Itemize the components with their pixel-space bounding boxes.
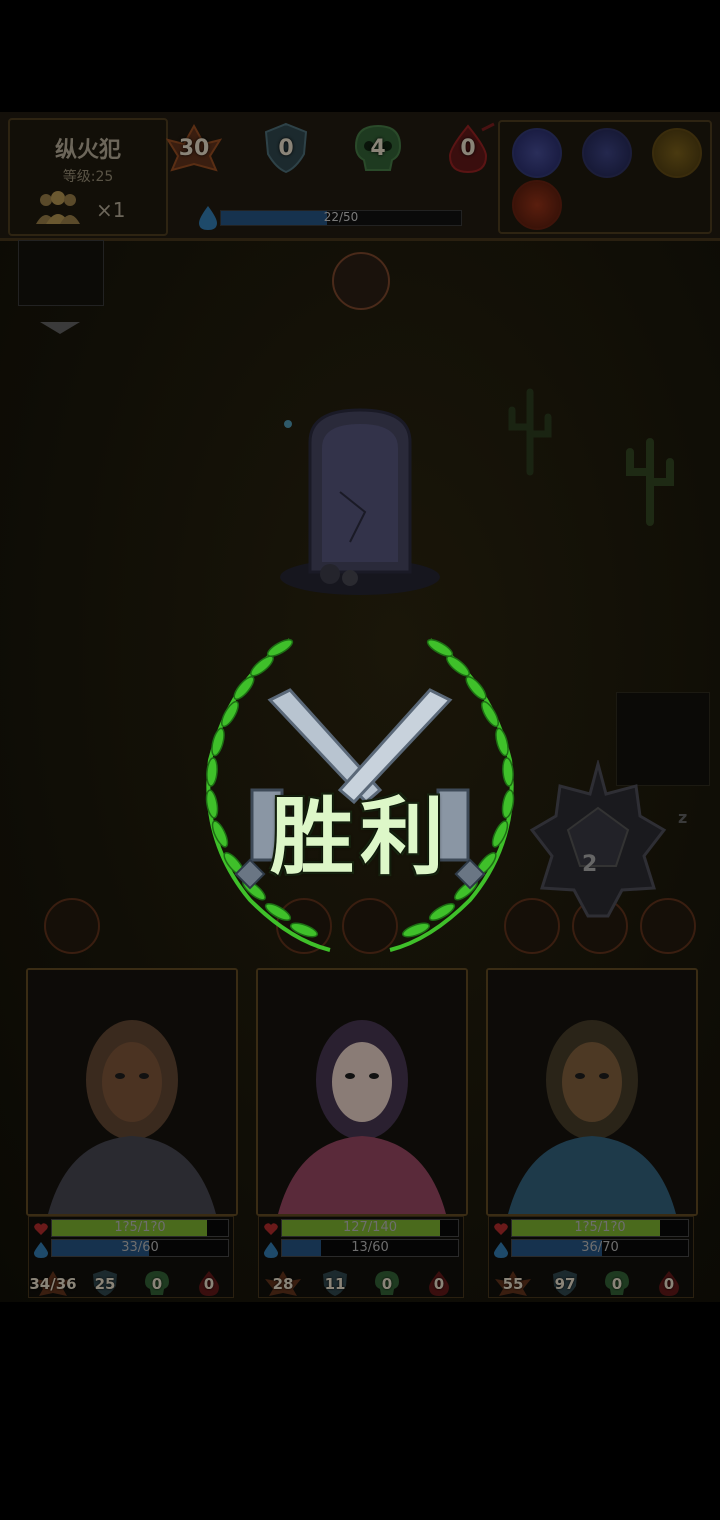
party-count: ×1 [96,198,126,222]
hero-portrait[interactable] [256,968,468,1216]
hero-mana-bar: 13/60 [281,1239,459,1257]
hero-bleed-value: 0 [203,1275,215,1293]
hero-hp-bar: 127/140 [281,1219,459,1237]
hero-attack-stat: 55 [489,1269,537,1297]
enemy-mana-bar: 22/50 [220,210,462,226]
hero-armor-value: 25 [94,1275,116,1293]
mana-drop-icon [34,1242,48,1258]
hero-card-nun[interactable]: 127/140 13/60 28 11 0 0 [256,968,468,1298]
hero-poison-stat: 0 [133,1269,181,1297]
hero-portrait-image [28,970,236,1214]
hero-armor-stat: 97 [541,1269,589,1297]
hero-attack-value: 55 [502,1275,524,1293]
enemy-bleed-value: 0 [460,136,476,161]
enemy-name: 纵火犯 [54,138,121,163]
cactus-icon [626,438,674,526]
swirl-rune-icon[interactable] [512,128,562,178]
mana-drop-icon [199,206,217,230]
hero-hp-text: 127/140 [342,1220,397,1235]
hero-poison-stat: 0 [593,1269,641,1297]
hero-info-panel: 1?5/1?0 33/60 34/36 25 0 0 [28,1216,234,1298]
enemy-level: 等级:25 [62,169,114,185]
heart-icon [34,1223,48,1235]
dice-value: 2 [582,852,598,877]
cactus-icon [508,388,552,476]
hero-armor-stat: 11 [311,1269,359,1297]
sleep-indicator: z [678,808,688,827]
enemy-attack-stat: 30 [164,122,224,174]
hero-portrait-image [258,970,466,1214]
hero-attack-stat: 28 [259,1269,307,1297]
hero-portrait[interactable] [26,968,238,1216]
hero-poison-value: 0 [381,1275,393,1293]
enemy-attack-value: 30 [178,136,210,161]
enemy-armor-value: 0 [278,136,294,161]
hero-attack-stat: 34/36 [29,1269,77,1297]
mana-drop-icon [264,1242,278,1258]
enemy-poison-value: 4 [370,136,386,161]
heart-icon [494,1223,508,1235]
hero-attack-value: 34/36 [29,1275,77,1293]
tombstone-icon [280,408,440,595]
heart-icon [264,1223,278,1235]
hero-poison-value: 0 [611,1275,623,1293]
hero-bleed-stat: 0 [415,1269,463,1297]
enemy-card[interactable]: 纵火犯 等级:25 ×1 [8,118,168,236]
hero-info-panel: 127/140 13/60 28 11 0 0 [258,1216,464,1298]
enemy-mana-text: 22/50 [323,210,359,224]
hero-bleed-value: 0 [663,1275,675,1293]
hero-armor-value: 97 [554,1275,576,1293]
fire-orb-icon[interactable] [512,180,562,230]
blue-crystal-icon[interactable] [582,128,632,178]
hero-portrait[interactable] [486,968,698,1216]
victory-title: 胜利 [269,788,450,886]
hero-poison-stat: 0 [363,1269,411,1297]
party-icon [36,191,80,224]
hero-mana-bar: 36/70 [511,1239,689,1257]
hero-armor-value: 11 [324,1275,346,1293]
hero-mana-bar: 33/60 [51,1239,229,1257]
enemy-skills-panel [498,120,712,234]
side-tab[interactable] [18,240,104,306]
hero-attack-value: 28 [272,1275,294,1293]
golden-claw-icon[interactable] [652,128,702,178]
enemy-armor-stat: 0 [256,122,316,174]
ability-ring-left [44,898,100,954]
hero-hp-bar: 1?5/1?0 [511,1219,689,1237]
hero-info-panel: 1?5/1?0 36/70 55 97 0 0 [488,1216,694,1298]
hero-card-warrior[interactable]: 1?5/1?0 33/60 34/36 25 0 0 [26,968,238,1298]
hero-mana-text: 13/60 [351,1240,389,1255]
enemy-poison-stat: 4 [348,122,408,174]
hero-hp-bar: 1?5/1?0 [51,1219,229,1237]
hero-mana-text: 36/70 [581,1240,619,1255]
enemy-bleed-stat: 0 [438,122,498,174]
hero-hp-text: 1?5/1?0 [574,1220,626,1235]
hero-bleed-stat: 0 [645,1269,693,1297]
hero-poison-value: 0 [151,1275,163,1293]
chevron-down-icon[interactable] [40,322,80,334]
hero-portrait-image [488,970,696,1214]
hero-mana-text: 33/60 [121,1240,159,1255]
hero-card-shaman[interactable]: 1?5/1?0 36/70 55 97 0 0 [486,968,698,1298]
hero-bleed-stat: 0 [185,1269,233,1297]
mana-drop-icon [494,1242,508,1258]
hero-armor-stat: 25 [81,1269,129,1297]
rune-indicator-icon [332,252,390,310]
hero-bleed-value: 0 [433,1275,445,1293]
hero-hp-text: 1?5/1?0 [114,1220,166,1235]
